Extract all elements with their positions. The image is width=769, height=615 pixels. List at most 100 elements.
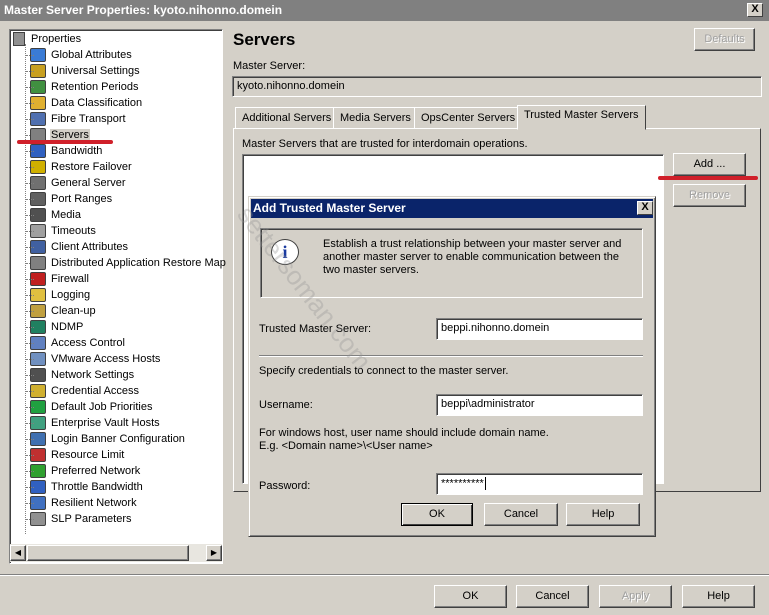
tree-branch-line [26, 519, 34, 520]
password-value: ********** [441, 477, 484, 490]
tree-item-label: Timeouts [51, 225, 96, 237]
username-label: Username: [259, 399, 313, 411]
tab-additional-servers[interactable]: Additional Servers [235, 107, 339, 129]
tree-connector-line [25, 44, 26, 534]
tree-item-retention-periods[interactable]: Retention Periods [26, 79, 139, 95]
tree-branch-line [26, 87, 34, 88]
tree-branch-line [26, 183, 34, 184]
credentials-instructions: Specify credentials to connect to the ma… [259, 365, 509, 377]
properties-tree[interactable]: Properties Global Attributes Universal Se… [9, 29, 226, 564]
tree-item-label: Login Banner Configuration [51, 433, 185, 445]
tab-media-servers[interactable]: Media Servers [333, 107, 418, 129]
master-server-label: Master Server: [233, 60, 306, 72]
tree-item-restore-failover[interactable]: Restore Failover [26, 159, 133, 175]
tree-item-label: Network Settings [51, 369, 135, 381]
tree-branch-line [26, 439, 34, 440]
trusted-master-server-input[interactable]: beppi.nihonno.domein [436, 318, 643, 340]
tree-item-throttle-bandwidth[interactable]: Throttle Bandwidth [26, 479, 144, 495]
scroll-left-button[interactable]: ◀ [10, 545, 26, 561]
tree-item-resource-limit[interactable]: Resource Limit [26, 447, 125, 463]
tree-item-credential-access[interactable]: Credential Access [26, 383, 140, 399]
tree-branch-line [26, 151, 34, 152]
tab-opscenter-servers[interactable]: OpsCenter Servers [414, 107, 523, 129]
tree-item-label: Client Attributes [51, 241, 129, 253]
arrow-left-icon: ◀ [14, 548, 22, 557]
tree-item-preferred-network[interactable]: Preferred Network [26, 463, 141, 479]
tree-branch-line [26, 215, 34, 216]
tree-item-universal-settings[interactable]: Universal Settings [26, 63, 141, 79]
apply-button[interactable]: Apply [599, 585, 672, 608]
username-hint-line1: For windows host, user name should inclu… [259, 427, 549, 439]
help-button[interactable]: Help [682, 585, 755, 608]
tree-item-label: Credential Access [51, 385, 140, 397]
tree-branch-line [26, 263, 34, 264]
info-box: i Establish a trust relationship between… [260, 228, 643, 298]
password-input[interactable]: ********** [436, 473, 643, 495]
add-button[interactable]: Add ... [673, 153, 746, 176]
tree-item-firewall[interactable]: Firewall [26, 271, 90, 287]
tree-item-vmware-access-hosts[interactable]: VMware Access Hosts [26, 351, 161, 367]
window-title: Master Server Properties: kyoto.nihonno.… [4, 3, 283, 17]
tree-branch-line [26, 103, 34, 104]
tree-horizontal-scrollbar[interactable]: ◀ ▶ [10, 544, 222, 562]
scroll-right-button[interactable]: ▶ [206, 545, 222, 561]
page-title: Servers [233, 30, 296, 49]
username-hint-line2: E.g. <Domain name>\<User name> [259, 440, 433, 452]
tree-item-label: NDMP [51, 321, 84, 333]
tree-item-media[interactable]: Media [26, 207, 82, 223]
tree-item-label: Preferred Network [51, 465, 141, 477]
tree-item-global-attributes[interactable]: Global Attributes [26, 47, 133, 63]
window-close-button[interactable]: X [747, 3, 763, 17]
tree-item-login-banner-configuration[interactable]: Login Banner Configuration [26, 431, 186, 447]
tree-item-fibre-transport[interactable]: Fibre Transport [26, 111, 127, 127]
trusted-servers-description: Master Servers that are trusted for inte… [242, 138, 528, 150]
tree-item-label: Fibre Transport [51, 113, 126, 125]
tree-branch-line [26, 247, 34, 248]
tree-item-access-control[interactable]: Access Control [26, 335, 126, 351]
dialog-ok-button[interactable]: OK [401, 503, 473, 526]
dialog-close-button[interactable]: X [637, 201, 653, 215]
tree-item-label: Global Attributes [51, 49, 132, 61]
ok-button[interactable]: OK [434, 585, 507, 608]
defaults-button[interactable]: Defaults [694, 28, 755, 51]
dialog-cancel-button[interactable]: Cancel [484, 503, 558, 526]
tree-item-timeouts[interactable]: Timeouts [26, 223, 97, 239]
tree-item-label: Distributed Application Restore Map [51, 257, 226, 269]
tree-item-label: Restore Failover [51, 161, 132, 173]
tree-branch-line [26, 231, 34, 232]
tree-item-label: Universal Settings [51, 65, 140, 77]
tree-item-client-attributes[interactable]: Client Attributes [26, 239, 129, 255]
tree-item-label: Retention Periods [51, 81, 139, 93]
tree-item-distributed-application-restore-map[interactable]: Distributed Application Restore Map [26, 255, 227, 271]
tree-item-resilient-network[interactable]: Resilient Network [26, 495, 138, 511]
tree-item-ndmp[interactable]: NDMP [26, 319, 84, 335]
tree-branch-line [26, 487, 34, 488]
close-icon: X [641, 201, 649, 213]
tree-item-network-settings[interactable]: Network Settings [26, 367, 135, 383]
username-input[interactable]: beppi\administrator [436, 394, 643, 416]
tree-item-label: Bandwidth [51, 145, 103, 157]
tree-item-general-server[interactable]: General Server [26, 175, 127, 191]
tree-item-port-ranges[interactable]: Port Ranges [26, 191, 113, 207]
tree-item-slp-parameters[interactable]: SLP Parameters [26, 511, 133, 527]
tree-branch-line [26, 167, 34, 168]
tree-branch-line [26, 423, 34, 424]
tree-item-logging[interactable]: Logging [26, 287, 91, 303]
scrollbar-thumb[interactable] [27, 545, 189, 561]
tab-trusted-master-servers[interactable]: Trusted Master Servers [517, 105, 646, 130]
dialog-help-button[interactable]: Help [566, 503, 640, 526]
remove-button[interactable]: Remove [673, 184, 746, 207]
master-server-field: kyoto.nihonno.domein [232, 76, 762, 97]
cancel-button[interactable]: Cancel [516, 585, 589, 608]
tree-item-clean-up[interactable]: Clean-up [26, 303, 97, 319]
properties-root-icon [13, 32, 25, 46]
tree-item-label: Access Control [51, 337, 125, 349]
tree-item-default-job-priorities[interactable]: Default Job Priorities [26, 399, 154, 415]
tree-item-enterprise-vault-hosts[interactable]: Enterprise Vault Hosts [26, 415, 161, 431]
tree-item-data-classification[interactable]: Data Classification [26, 95, 143, 111]
tree-root[interactable]: Properties [13, 32, 81, 46]
tree-item-bandwidth[interactable]: Bandwidth [26, 143, 103, 159]
tree-item-label: Data Classification [51, 97, 143, 109]
tree-item-label: General Server [51, 177, 126, 189]
tree-branch-line [26, 343, 34, 344]
